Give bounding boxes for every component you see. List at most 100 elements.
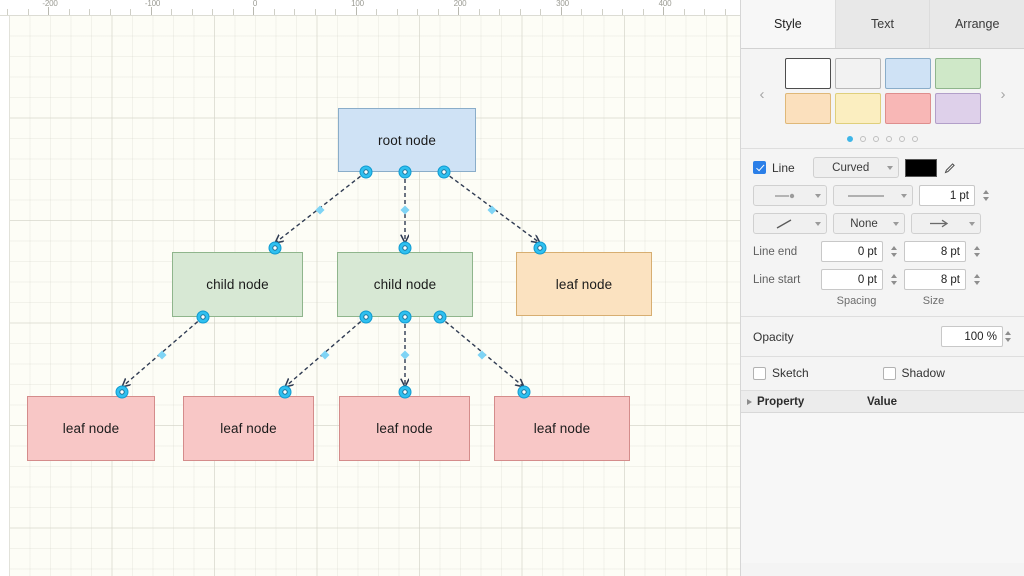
line-captions-row: Spacing Size <box>753 295 1012 307</box>
tab-text[interactable]: Text <box>835 0 931 48</box>
line-style-select[interactable]: Curved <box>812 157 899 178</box>
diagram-canvas[interactable]: -200 -100 0 100 200 300 400 root node child nod… <box>0 0 740 576</box>
line-width-field[interactable]: 1 pt <box>919 185 975 206</box>
node-l2[interactable]: leaf node <box>183 396 314 461</box>
tab-style[interactable]: Style <box>741 0 836 48</box>
stepper-down-icon[interactable] <box>890 253 897 257</box>
line-end-size-value: 8 pt <box>940 245 960 258</box>
style-swatch-4[interactable] <box>784 93 831 124</box>
sketch-checkbox[interactable] <box>753 366 766 380</box>
line-start-arrow-select[interactable] <box>911 213 981 234</box>
stepper-down-icon[interactable] <box>973 253 980 257</box>
carousel-dot-5[interactable] <box>912 136 918 142</box>
ruler-label: -100 <box>144 0 161 8</box>
style-swatch-7[interactable] <box>934 93 981 124</box>
node-label: leaf node <box>555 276 613 292</box>
pencil-icon[interactable] <box>943 162 957 174</box>
shadow-toggle[interactable]: Shadow <box>882 366 1013 380</box>
size-caption: Size <box>922 295 945 307</box>
line-section: Line Curved 1 pt None Line end 0 pt 8 pt… <box>741 149 1024 317</box>
ruler-tick-minor <box>581 9 582 15</box>
style-swatch-1[interactable] <box>834 58 881 89</box>
carousel-dot-3[interactable] <box>886 136 892 142</box>
ruler-tick-minor <box>540 9 541 15</box>
line-start-size-field[interactable]: 8 pt <box>904 269 966 290</box>
ruler-tick-minor <box>499 9 500 15</box>
carousel-dot-0[interactable] <box>847 136 853 142</box>
stepper-up-icon[interactable] <box>973 246 980 250</box>
ruler-tick-minor <box>396 9 398 15</box>
stepper-up-icon[interactable] <box>890 246 897 250</box>
line-end-size-field[interactable]: 8 pt <box>904 241 966 262</box>
ruler-tick-minor <box>89 9 90 15</box>
style-swatch-5[interactable] <box>834 93 881 124</box>
sketch-toggle[interactable]: Sketch <box>753 366 883 380</box>
ruler-tick <box>355 7 357 15</box>
style-swatch-carousel: ‹ › <box>741 49 1024 149</box>
property-table-body[interactable] <box>741 413 1024 563</box>
ruler-label: -200 <box>42 0 58 8</box>
line-enabled-checkbox[interactable] <box>753 161 766 174</box>
line-width-stepper[interactable] <box>981 186 990 205</box>
chevron-down-icon <box>969 221 975 226</box>
style-swatch-6[interactable] <box>884 93 931 124</box>
line-arrow-width-row: 1 pt <box>753 185 1012 206</box>
stepper-up-icon[interactable] <box>890 274 897 278</box>
stepper-up-icon[interactable] <box>973 274 980 278</box>
node-l1[interactable]: leaf node <box>27 396 155 461</box>
line-color-swatch[interactable] <box>904 158 937 177</box>
waypoint-style-select[interactable] <box>753 213 827 234</box>
carousel-page-dots <box>741 136 1024 142</box>
node-l4[interactable]: leaf node <box>494 396 630 461</box>
stepper-up-icon[interactable] <box>1004 331 1011 335</box>
line-end-arrow-value: None <box>850 217 878 230</box>
stepper-down-icon[interactable] <box>1004 338 1011 342</box>
carousel-dot-4[interactable] <box>899 136 905 142</box>
line-style-value: Curved <box>832 161 870 174</box>
line-start-size-stepper[interactable] <box>972 270 981 289</box>
line-start-spacing-field[interactable]: 0 pt <box>821 269 883 290</box>
line-end-spacing-field[interactable]: 0 pt <box>821 241 883 262</box>
ruler-tick-minor <box>642 9 644 15</box>
line-arrow-preset-select[interactable] <box>753 185 827 206</box>
opacity-stepper[interactable] <box>1003 327 1012 346</box>
node-l3[interactable]: leaf node <box>339 396 470 461</box>
stepper-down-icon[interactable] <box>982 197 989 201</box>
line-end-arrow-select[interactable]: None <box>833 213 905 234</box>
carousel-prev-icon[interactable]: ‹ <box>755 85 769 105</box>
stepper-up-icon[interactable] <box>982 190 989 194</box>
style-swatch-2[interactable] <box>884 58 931 89</box>
carousel-dot-1[interactable] <box>860 136 866 142</box>
style-swatch-3[interactable] <box>934 58 981 89</box>
stepper-down-icon[interactable] <box>973 281 980 285</box>
line-endings-row: None <box>753 213 1012 234</box>
expand-triangle-icon[interactable] <box>747 398 752 405</box>
stepper-down-icon[interactable] <box>890 281 897 285</box>
node-c1[interactable]: child node <box>172 252 303 317</box>
ruler-tick <box>663 7 664 15</box>
ruler-tick <box>48 7 49 15</box>
ruler-tick <box>253 7 254 15</box>
line-start-size-value: 8 pt <box>940 273 960 286</box>
line-end-size-stepper[interactable] <box>972 242 981 261</box>
carousel-dot-2[interactable] <box>873 136 879 142</box>
node-label: root node <box>378 132 436 148</box>
horizontal-ruler[interactable]: -200 -100 0 100 200 300 400 <box>0 0 740 16</box>
line-start-spacing-stepper[interactable] <box>889 270 898 289</box>
vertical-ruler[interactable] <box>0 15 10 576</box>
node-l0[interactable]: leaf node <box>516 252 652 316</box>
line-pattern-select[interactable] <box>833 185 913 206</box>
style-swatch-0[interactable] <box>784 58 831 89</box>
solid-line-icon <box>848 194 884 197</box>
shadow-checkbox[interactable] <box>882 366 896 380</box>
ruler-label: 300 <box>556 0 569 8</box>
tab-arrange[interactable]: Arrange <box>930 0 1024 48</box>
line-width-value: 1 pt <box>949 189 969 202</box>
node-c2[interactable]: child node <box>337 252 473 317</box>
opacity-field[interactable]: 100 % <box>941 326 1003 347</box>
line-end-spacing-stepper[interactable] <box>889 242 898 261</box>
ruler-tick <box>560 7 562 15</box>
node-root[interactable]: root node <box>338 108 476 172</box>
property-table-header[interactable]: Property Value <box>741 391 1024 413</box>
carousel-next-icon[interactable]: › <box>996 85 1010 105</box>
